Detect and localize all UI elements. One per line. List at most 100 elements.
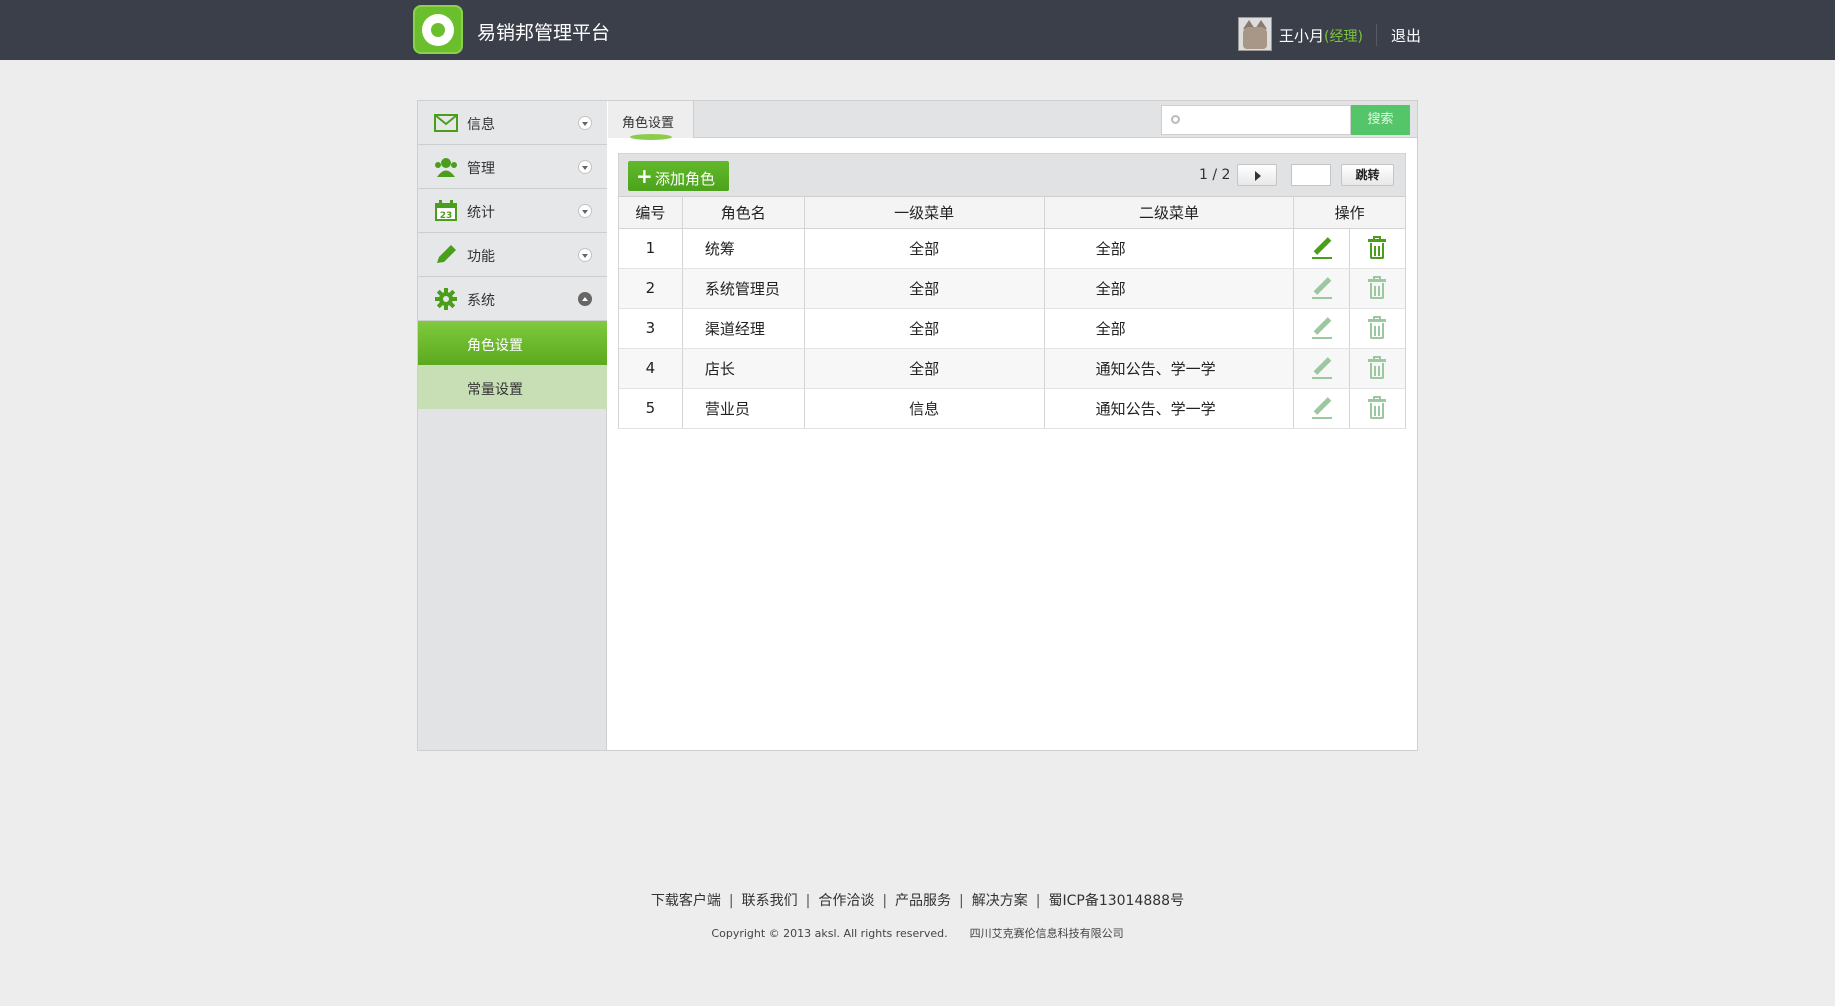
header-divider <box>1376 24 1377 46</box>
cell-menu2: 全部 <box>1044 228 1295 269</box>
footer-link[interactable]: 解决方案 <box>972 893 1028 909</box>
cell-id: 2 <box>619 268 683 309</box>
pencil-icon <box>437 245 456 263</box>
search-icon <box>1171 115 1180 124</box>
sidebar-subitem-label: 角色设置 <box>467 338 523 354</box>
cell-delete <box>1349 228 1405 269</box>
table-row: 4 店长 全部 通知公告、学一学 <box>619 348 1405 389</box>
sidebar-subitem-label: 常量设置 <box>467 382 523 398</box>
add-role-button[interactable]: + 添加角色 <box>628 161 729 191</box>
sidebar-item-system[interactable]: 系统 <box>418 277 607 321</box>
roles-table: 编号 角色名 一级菜单 二级菜单 操作 1 统筹 全部 全部 2 系统管理员 全部 全部 3 渠道… <box>619 197 1405 429</box>
search-input[interactable] <box>1188 110 1346 130</box>
trash-icon[interactable] <box>1366 396 1388 420</box>
gear-icon <box>435 288 457 310</box>
copyright-text: Copyright © 2013 aksl. All rights reserv… <box>711 927 948 940</box>
cell-edit <box>1293 268 1350 309</box>
user-name-text: 王小月 <box>1279 27 1325 45</box>
calendar-icon: 23 <box>435 200 457 221</box>
sidebar: 信息 管理 23 统计 功能 系统 角色设置 常量设置 <box>418 101 607 750</box>
cell-role-name: 系统管理员 <box>682 268 805 309</box>
trash-icon[interactable] <box>1366 276 1388 300</box>
trash-icon[interactable] <box>1366 236 1388 260</box>
footer-link[interactable]: 产品服务 <box>895 893 951 909</box>
footer-separator: | <box>882 893 888 909</box>
chevron-right-icon <box>1255 171 1261 181</box>
footer-links: 下载客户端 | 联系我们 | 合作洽谈 | 产品服务 | 解决方案 | 蜀ICP备13014888号 <box>0 890 1835 910</box>
sidebar-item-label: 系统 <box>467 293 495 309</box>
column-header-actions: 操作 <box>1293 197 1405 229</box>
top-bar: 易销邦管理平台 王小月(经理) 退出 <box>0 0 1835 60</box>
chevron-up-icon[interactable] <box>578 292 592 306</box>
chevron-down-icon[interactable] <box>578 116 592 130</box>
table-row: 5 营业员 信息 通知公告、学一学 <box>619 388 1405 429</box>
user-name: 王小月(经理) <box>1279 25 1363 46</box>
cell-delete <box>1349 308 1405 349</box>
add-role-label: 添加角色 <box>655 170 716 188</box>
cell-id: 1 <box>619 228 683 269</box>
users-icon <box>435 158 457 177</box>
page-number-input[interactable] <box>1291 164 1331 186</box>
sidebar-item-stats[interactable]: 23 统计 <box>418 189 607 233</box>
jump-button[interactable]: 跳转 <box>1341 164 1394 186</box>
table-header-row: 编号 角色名 一级菜单 二级菜单 操作 <box>619 197 1405 229</box>
edit-pencil-icon[interactable] <box>1311 236 1333 260</box>
cell-menu1: 全部 <box>804 228 1045 269</box>
footer-separator: | <box>1035 893 1041 909</box>
sidebar-subitem-constant-settings[interactable]: 常量设置 <box>418 365 607 409</box>
tab-active-indicator <box>630 134 672 140</box>
tab-label: 角色设置 <box>622 116 675 131</box>
company-name: 四川艾克赛伦信息科技有限公司 <box>969 927 1124 940</box>
next-page-button[interactable] <box>1237 164 1277 186</box>
search-box <box>1161 105 1351 135</box>
edit-pencil-icon[interactable] <box>1311 356 1333 380</box>
search-button[interactable]: 搜索 <box>1351 105 1410 135</box>
edit-pencil-icon[interactable] <box>1311 396 1333 420</box>
footer-copyright: Copyright © 2013 aksl. All rights reserv… <box>0 925 1835 941</box>
trash-icon[interactable] <box>1366 356 1388 380</box>
pager-text: 1 / 2 <box>1199 167 1231 183</box>
logout-link[interactable]: 退出 <box>1391 25 1421 46</box>
sidebar-item-manage[interactable]: 管理 <box>418 145 607 189</box>
main-panel: 信息 管理 23 统计 功能 系统 角色设置 常量设置 角色设置 搜索 + 添加… <box>417 100 1418 751</box>
table-row: 1 统筹 全部 全部 <box>619 228 1405 269</box>
trash-icon[interactable] <box>1366 316 1388 340</box>
sidebar-item-label: 信息 <box>467 117 495 133</box>
footer-link[interactable]: 合作洽谈 <box>818 893 874 909</box>
sidebar-item-info[interactable]: 信息 <box>418 101 607 145</box>
cell-edit <box>1293 388 1350 429</box>
edit-pencil-icon[interactable] <box>1311 316 1333 340</box>
column-header-name: 角色名 <box>682 197 805 229</box>
cell-menu2: 全部 <box>1044 268 1295 309</box>
sidebar-item-function[interactable]: 功能 <box>418 233 607 277</box>
footer-link[interactable]: 联系我们 <box>742 893 798 909</box>
footer-link[interactable]: 下载客户端 <box>651 893 721 909</box>
table-row: 3 渠道经理 全部 全部 <box>619 308 1405 349</box>
edit-pencil-icon[interactable] <box>1311 276 1333 300</box>
footer-separator: | <box>805 893 811 909</box>
user-role: (经理) <box>1324 29 1363 45</box>
chevron-down-icon[interactable] <box>578 248 592 262</box>
cell-id: 4 <box>619 348 683 389</box>
column-header-menu1: 一级菜单 <box>804 197 1045 229</box>
tab-role-settings[interactable]: 角色设置 <box>608 101 694 140</box>
roles-table-container: + 添加角色 1 / 2 跳转 编号 角色名 一级菜单 二级菜单 操作 1 统筹全… <box>618 153 1406 429</box>
cell-menu2: 通知公告、学一学 <box>1044 388 1295 429</box>
calendar-number: 23 <box>440 211 453 221</box>
chevron-down-icon[interactable] <box>578 160 592 174</box>
table-body: 1 统筹 全部 全部 2 系统管理员 全部 全部 3 渠道经理 全部 全部 4 店长 全部 通知公告、学一学 5… <box>619 228 1405 429</box>
cell-id: 3 <box>619 308 683 349</box>
plus-icon: + <box>636 164 653 188</box>
cell-delete <box>1349 388 1405 429</box>
cell-menu2: 全部 <box>1044 308 1295 349</box>
cell-role-name: 营业员 <box>682 388 805 429</box>
user-avatar[interactable] <box>1238 17 1272 51</box>
footer-link[interactable]: 蜀ICP备13014888号 <box>1048 893 1184 909</box>
cell-edit <box>1293 308 1350 349</box>
app-logo-icon <box>413 5 463 54</box>
cell-menu2: 通知公告、学一学 <box>1044 348 1295 389</box>
column-header-menu2: 二级菜单 <box>1044 197 1295 229</box>
chevron-down-icon[interactable] <box>578 204 592 218</box>
sidebar-subitem-role-settings[interactable]: 角色设置 <box>418 321 607 365</box>
cell-delete <box>1349 268 1405 309</box>
